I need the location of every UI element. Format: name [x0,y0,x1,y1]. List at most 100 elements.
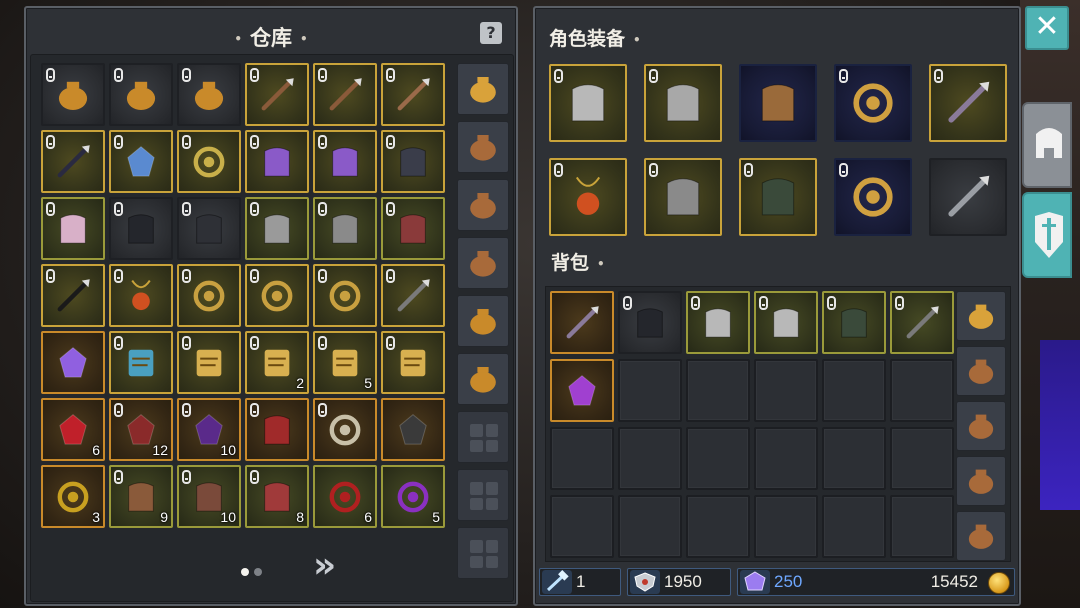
warehouse-slot[interactable] [381,63,445,126]
warehouse-slot[interactable] [109,331,173,394]
backpack-empty-slot[interactable] [754,427,818,490]
warehouse-slot[interactable]: 9 [109,465,173,528]
warehouse-slot[interactable] [177,264,241,327]
page-dot-2[interactable] [254,568,262,576]
warehouse-slot[interactable]: 6 [41,398,105,461]
equipment-slot[interactable] [549,64,627,142]
backpack-empty-slot[interactable] [686,427,750,490]
equipment-slot[interactable] [644,64,722,142]
warehouse-slot[interactable]: 10 [177,398,241,461]
warehouse-slot[interactable] [41,331,105,394]
equipment-slot[interactable] [739,64,817,142]
warehouse-slot[interactable] [313,130,377,193]
warehouse-slot[interactable] [245,264,309,327]
backpack-slot[interactable] [550,291,614,354]
warehouse-slot[interactable]: 10 [177,465,241,528]
warehouse-bag-slot[interactable] [457,295,509,347]
backpack-empty-slot[interactable] [890,427,954,490]
warehouse-slot[interactable]: 6 [313,465,377,528]
backpack-slot[interactable] [686,291,750,354]
warehouse-slot[interactable] [245,398,309,461]
warehouse-empty-bag-slot[interactable] [457,411,509,463]
backpack-bag-slot[interactable] [956,401,1006,451]
backpack-bag-slot[interactable] [956,346,1006,396]
backpack-empty-slot[interactable] [890,495,954,558]
backpack-slot[interactable] [890,291,954,354]
close-button[interactable]: ✕ [1025,6,1069,50]
warehouse-slot[interactable] [313,63,377,126]
warehouse-slot[interactable] [109,197,173,260]
backpack-empty-slot[interactable] [550,495,614,558]
equipment-slot[interactable] [739,158,817,236]
warehouse-slot[interactable] [313,398,377,461]
warehouse-slot[interactable] [177,197,241,260]
warehouse-slot[interactable] [381,264,445,327]
warehouse-slot[interactable] [109,264,173,327]
backpack-empty-slot[interactable] [822,495,886,558]
warehouse-bag-slot[interactable] [457,121,509,173]
help-button[interactable]: ? [480,22,502,44]
warehouse-slot[interactable] [177,130,241,193]
backpack-empty-slot[interactable] [618,359,682,422]
next-page-button[interactable]: » [313,545,336,586]
backpack-bag-slot[interactable] [956,291,1006,341]
warehouse-slot[interactable] [313,197,377,260]
warehouse-slot[interactable] [381,130,445,193]
warehouse-slot[interactable] [177,63,241,126]
warehouse-slot[interactable]: 3 [41,465,105,528]
equipment-slot[interactable] [549,158,627,236]
warehouse-slot[interactable]: 5 [313,331,377,394]
warehouse-slot[interactable] [177,331,241,394]
warehouse-slot[interactable] [109,130,173,193]
backpack-empty-slot[interactable] [890,359,954,422]
backpack-empty-slot[interactable] [618,495,682,558]
tab-equipment-helmet[interactable] [1022,102,1072,188]
warehouse-slot[interactable] [245,63,309,126]
warehouse-slot[interactable] [41,130,105,193]
equipment-slot[interactable] [929,64,1007,142]
warehouse-slot[interactable] [381,197,445,260]
warehouse-bag-slot[interactable] [457,237,509,289]
warehouse-slot[interactable]: 5 [381,465,445,528]
warehouse-slot[interactable]: 12 [109,398,173,461]
backpack-slot[interactable] [550,359,614,422]
warehouse-title-text: 仓库 [250,26,292,50]
page-dot-1[interactable] [241,568,249,576]
pouch-icon [968,359,994,384]
warehouse-empty-bag-slot[interactable] [457,527,509,579]
warehouse-slot[interactable] [41,264,105,327]
warehouse-slot[interactable] [245,197,309,260]
backpack-slot[interactable] [618,291,682,354]
backpack-empty-slot[interactable] [822,359,886,422]
backpack-bag-slot[interactable] [956,511,1006,561]
warehouse-bag-slot[interactable] [457,63,509,115]
warehouse-empty-bag-slot[interactable] [457,469,509,521]
warehouse-slot[interactable] [41,63,105,126]
warehouse-slot[interactable] [381,331,445,394]
tab-warehouse-armor[interactable] [1022,192,1072,278]
warehouse-slot[interactable]: 8 [245,465,309,528]
warehouse-slot[interactable] [245,130,309,193]
warehouse-bag-slot[interactable] [457,179,509,231]
lock-icon [182,135,191,149]
backpack-empty-slot[interactable] [618,427,682,490]
backpack-empty-slot[interactable] [686,495,750,558]
warehouse-slot[interactable]: 2 [245,331,309,394]
equipment-slot[interactable] [834,64,912,142]
warehouse-slot[interactable] [381,398,445,461]
warehouse-slot[interactable] [109,63,173,126]
backpack-empty-slot[interactable] [822,427,886,490]
backpack-slot[interactable] [822,291,886,354]
equipment-slot[interactable] [834,158,912,236]
backpack-empty-slot[interactable] [754,359,818,422]
warehouse-slot[interactable] [41,197,105,260]
equipment-slot[interactable] [644,158,722,236]
warehouse-bag-slot[interactable] [457,353,509,405]
backpack-slot[interactable] [754,291,818,354]
warehouse-slot[interactable] [313,264,377,327]
backpack-bag-slot[interactable] [956,456,1006,506]
backpack-empty-slot[interactable] [550,427,614,490]
backpack-empty-slot[interactable] [686,359,750,422]
equipment-slot[interactable] [929,158,1007,236]
backpack-empty-slot[interactable] [754,495,818,558]
